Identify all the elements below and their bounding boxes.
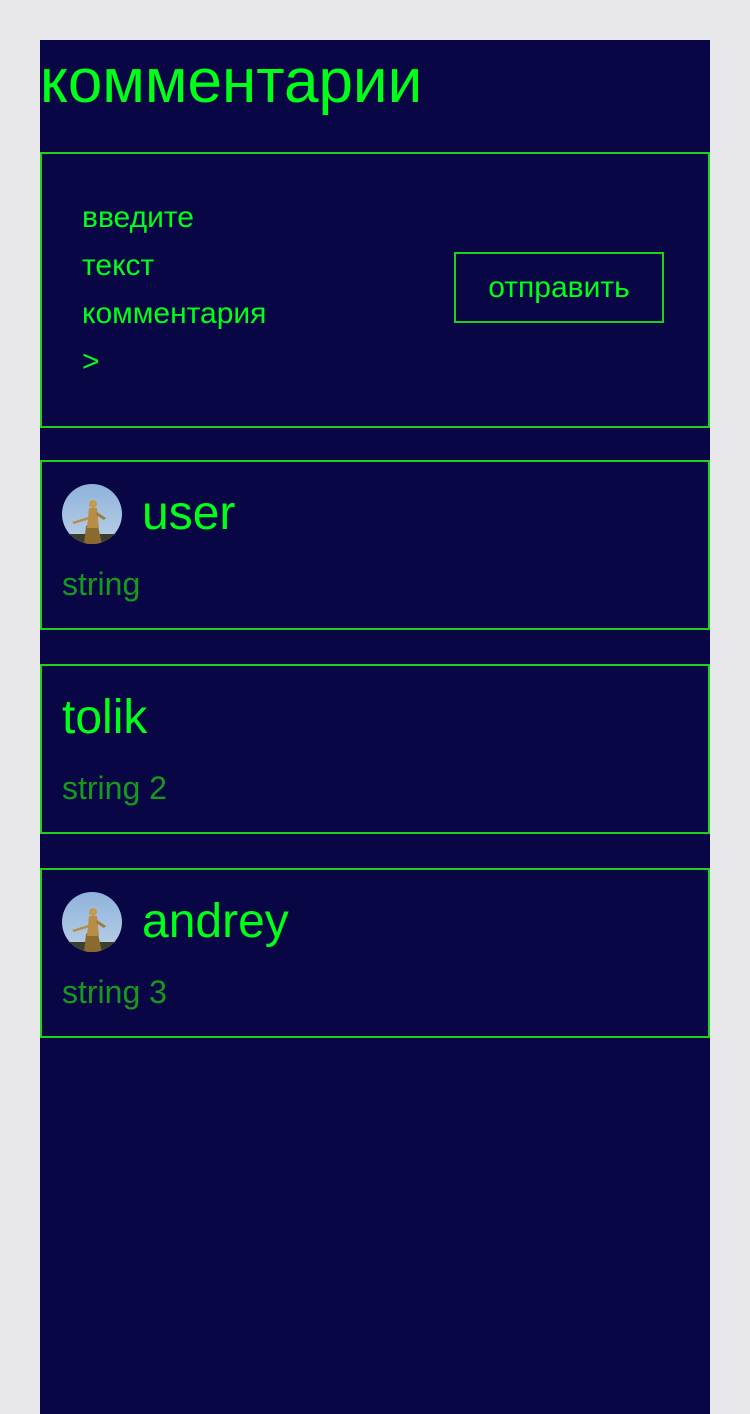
page-title: комментарии — [40, 47, 423, 116]
comment-card: tolik string 2 — [40, 664, 710, 834]
comment-input[interactable]: введите текст комментария > — [82, 194, 302, 386]
comment-compose-box: введите текст комментария > отправить — [40, 152, 710, 428]
comment-input-prompt: > — [82, 345, 100, 378]
comment-text: string 2 — [62, 770, 167, 806]
comment-input-placeholder-line: текст — [82, 249, 155, 282]
comment-card: andrey string 3 — [40, 868, 710, 1038]
comment-text: string 3 — [62, 974, 167, 1010]
comment-input-placeholder-line: введите — [82, 201, 194, 234]
comment-username: user — [142, 487, 236, 540]
comment-card: user string — [40, 460, 710, 630]
comment-username: tolik — [62, 691, 148, 744]
comments-page: комментарии введите текст комментария > … — [40, 40, 710, 1414]
avatar — [62, 892, 122, 952]
comment-text: string — [62, 566, 141, 602]
avatar — [62, 484, 122, 544]
send-button[interactable]: отправить — [454, 252, 664, 323]
comment-input-placeholder-line: комментария — [82, 297, 267, 330]
comment-username: andrey — [142, 895, 289, 948]
